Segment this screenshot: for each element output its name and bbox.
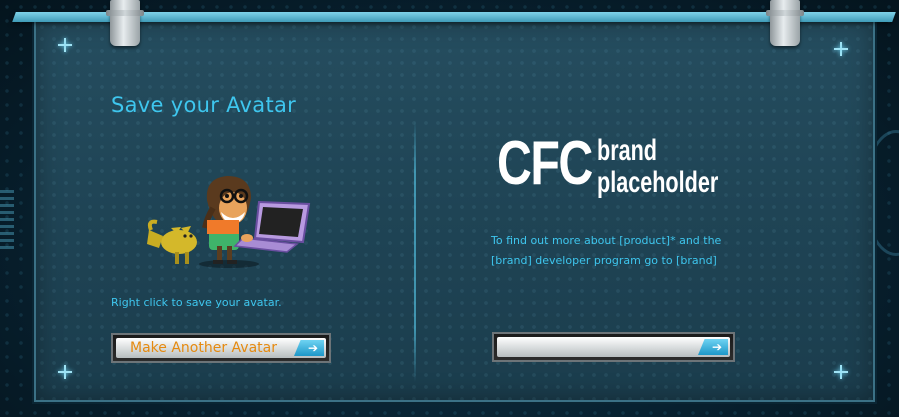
brand-info-text: To find out more about [product]* and th… <box>491 231 781 271</box>
panel-top-rim <box>12 12 896 22</box>
plus-icon <box>58 365 72 379</box>
brand-link-button[interactable]: ➔ <box>492 332 735 362</box>
avatar-image <box>147 176 311 268</box>
clamp-left-icon <box>106 0 144 46</box>
plus-icon <box>834 42 848 56</box>
make-another-avatar-label: Make Another Avatar <box>130 340 277 356</box>
arrow-right-icon: ➔ <box>294 340 324 356</box>
plus-icon <box>834 365 848 379</box>
plus-icon <box>58 38 72 52</box>
save-instructions: Right click to save your avatar. <box>111 296 282 309</box>
pet-creature-icon <box>147 219 197 264</box>
clamp-right-icon <box>766 0 804 46</box>
make-another-avatar-button[interactable]: Make Another Avatar ➔ <box>111 333 331 363</box>
brand-info-line1: To find out more about [product]* and th… <box>491 234 722 247</box>
panel-divider <box>414 120 416 382</box>
person-figure-icon <box>199 176 259 268</box>
brand-info-line2: [brand] developer program go to [brand] <box>491 254 717 267</box>
brand-logo-line1: brand <box>597 134 658 167</box>
page-title: Save your Avatar <box>111 93 297 117</box>
side-decoration-left <box>0 190 14 250</box>
arrow-right-icon: ➔ <box>698 339 728 355</box>
brand-logo-main: CFC <box>497 129 593 198</box>
brand-logo-line2: placeholder <box>597 166 719 199</box>
